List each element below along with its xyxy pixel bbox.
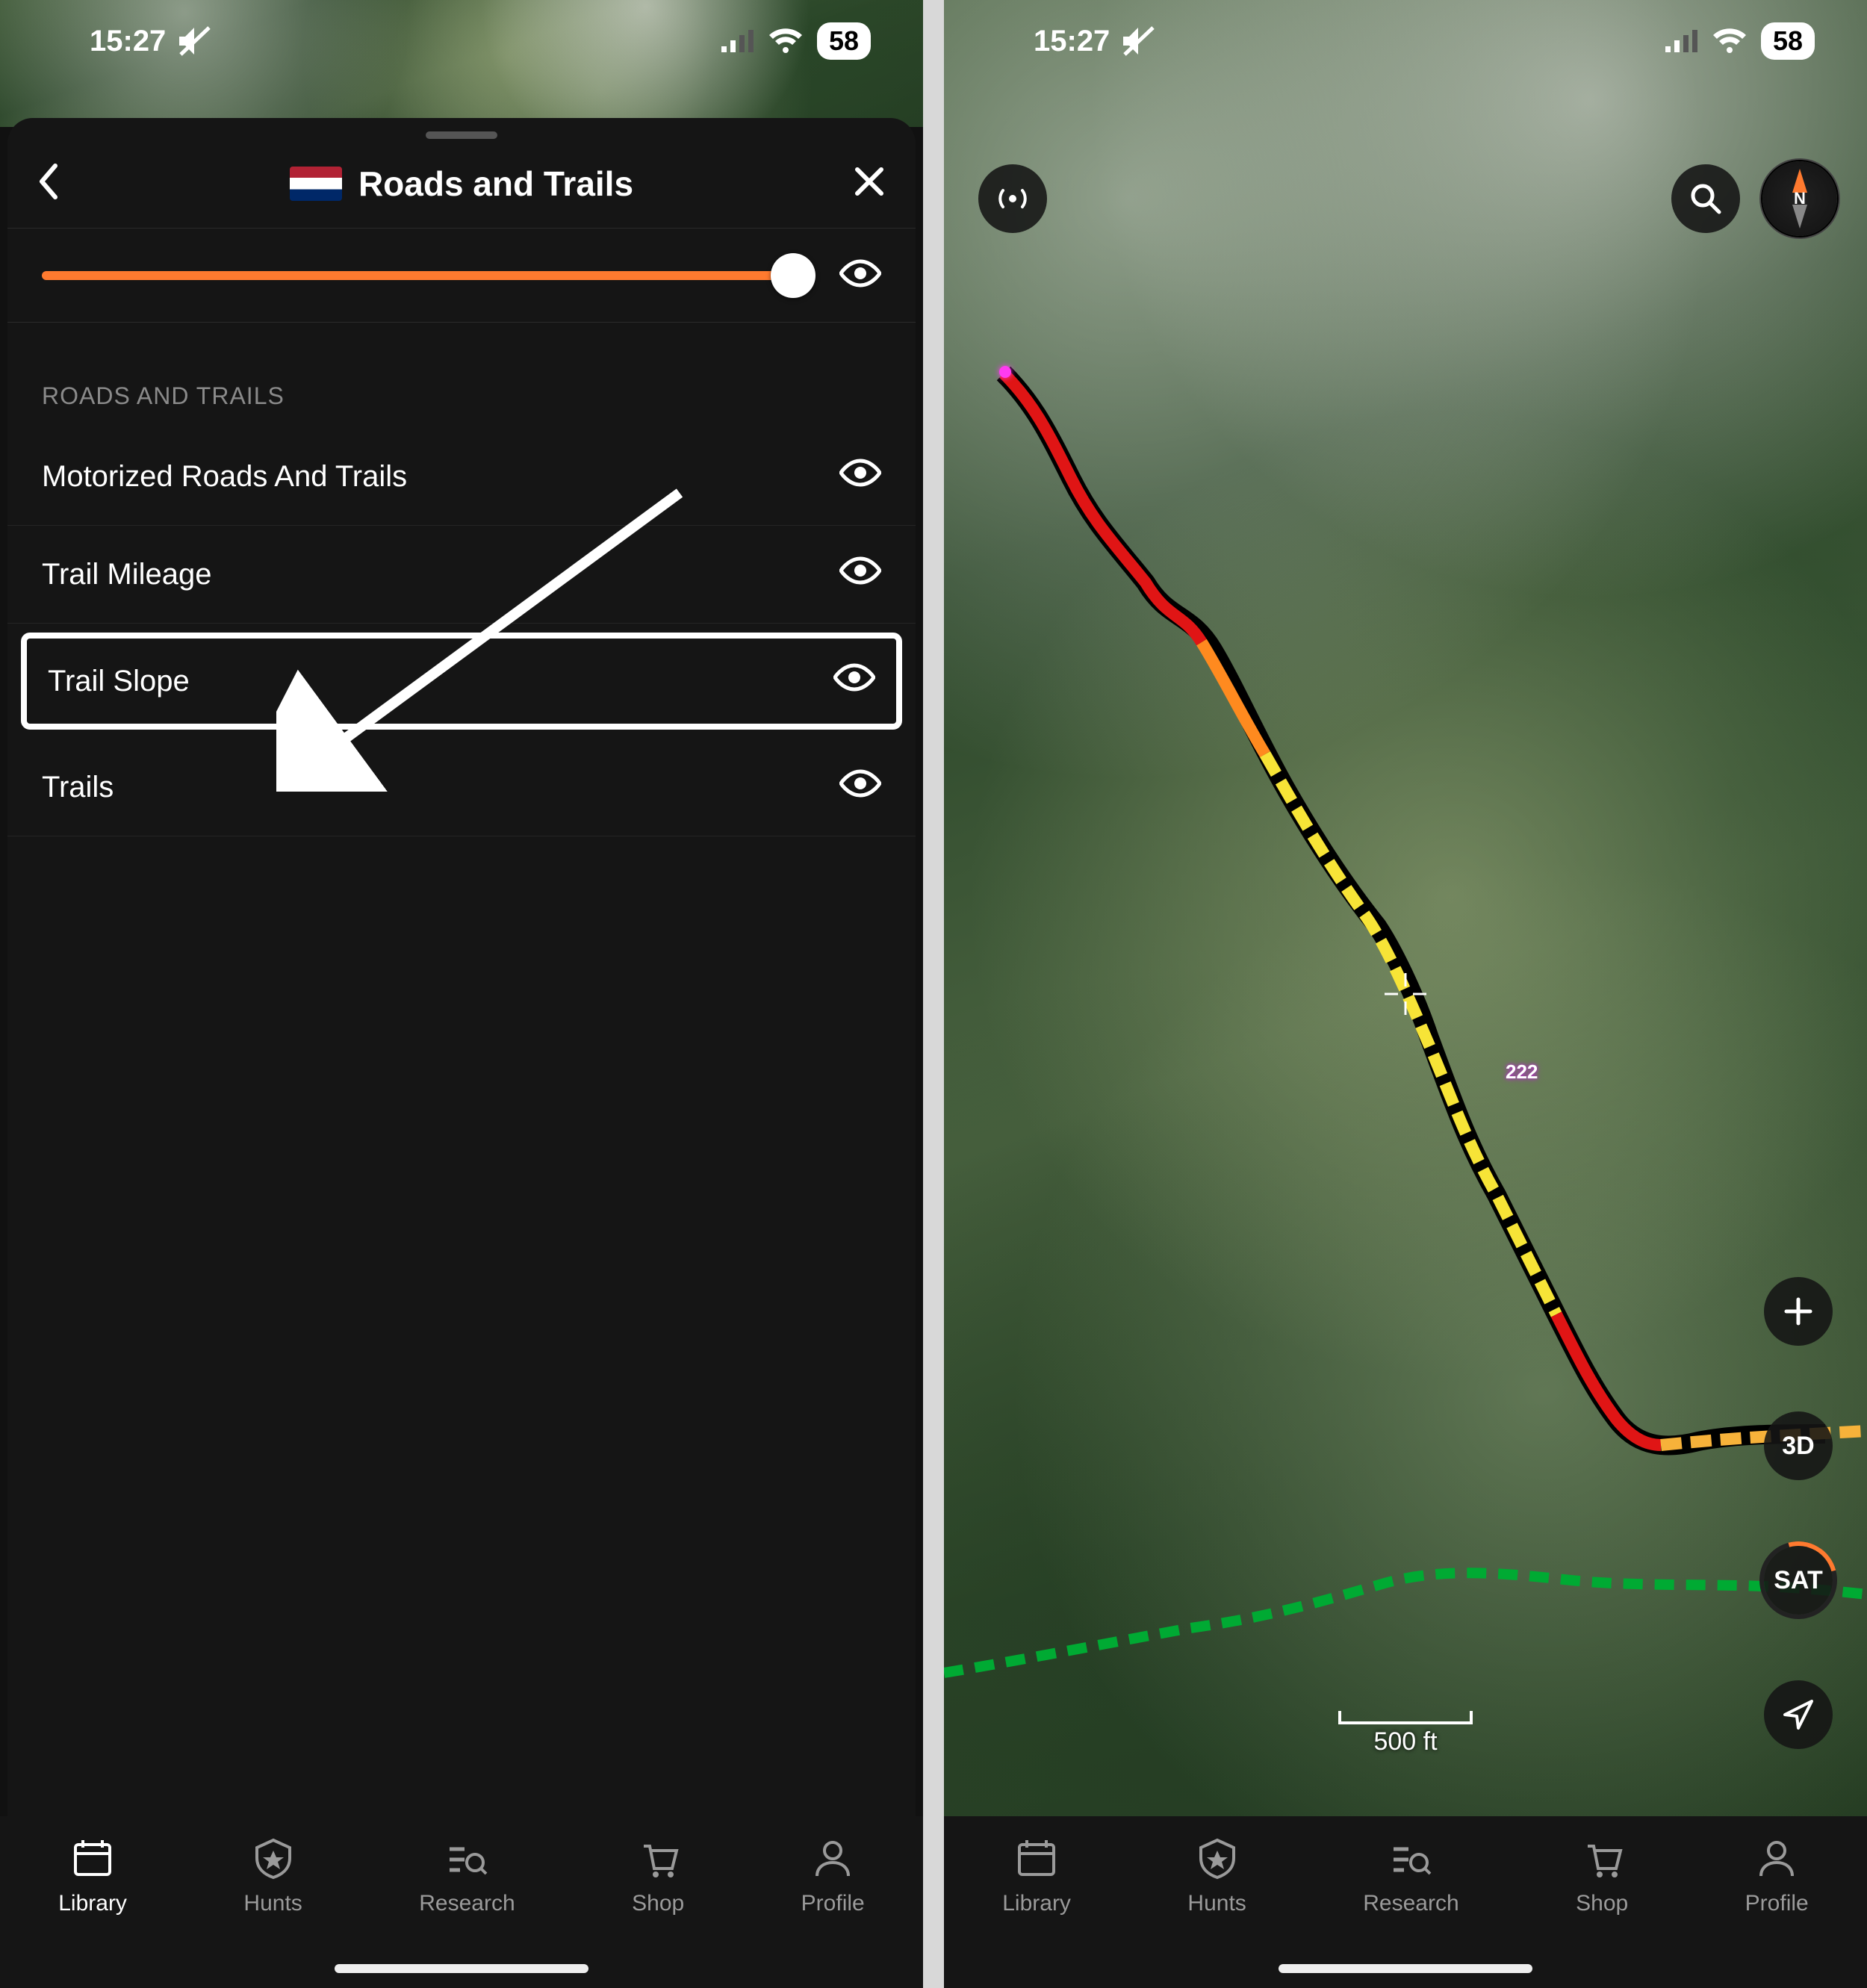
tab-research[interactable]: Research bbox=[419, 1837, 515, 1916]
tab-label: Profile bbox=[1745, 1891, 1809, 1916]
status-bar: 15:27 58 bbox=[944, 0, 1867, 82]
eye-icon[interactable] bbox=[839, 458, 881, 495]
layer-row-trails[interactable]: Trails bbox=[7, 739, 916, 836]
visibility-toggle[interactable] bbox=[839, 258, 881, 292]
status-bar: 15:27 58 bbox=[0, 0, 923, 82]
cellular-icon bbox=[1665, 30, 1698, 52]
layer-label: Trail Slope bbox=[48, 665, 190, 698]
phone-left: 15:27 58 bbox=[0, 0, 923, 1988]
tab-label: Hunts bbox=[243, 1891, 302, 1916]
tab-bar: Library Hunts Research Shop Profile bbox=[0, 1816, 923, 1988]
compass-button[interactable]: N bbox=[1762, 161, 1837, 236]
tab-profile[interactable]: Profile bbox=[801, 1837, 865, 1916]
home-indicator[interactable] bbox=[335, 1964, 588, 1973]
layer-sheet: Roads and Trails ROADS AND TRAILS Motori… bbox=[7, 118, 916, 1988]
status-time: 15:27 bbox=[90, 25, 166, 58]
scale-label: 500 ft bbox=[1373, 1727, 1437, 1756]
tab-label: Shop bbox=[632, 1891, 684, 1916]
tab-library[interactable]: Library bbox=[58, 1837, 127, 1916]
battery-pill: 58 bbox=[817, 22, 871, 60]
opacity-slider[interactable] bbox=[42, 271, 811, 280]
eye-icon[interactable] bbox=[839, 556, 881, 593]
trail-overlay bbox=[944, 0, 1867, 1988]
layer-label: Trail Mileage bbox=[42, 558, 211, 591]
home-indicator[interactable] bbox=[1279, 1964, 1532, 1973]
status-time: 15:27 bbox=[1034, 25, 1110, 58]
tab-shop[interactable]: Shop bbox=[632, 1837, 684, 1916]
layer-label: Trails bbox=[42, 771, 114, 804]
sat-label: SAT bbox=[1774, 1566, 1822, 1595]
sheet-header: Roads and Trails bbox=[7, 139, 916, 229]
search-button[interactable] bbox=[1671, 164, 1740, 233]
layer-row-slope[interactable]: Trail Slope bbox=[21, 633, 902, 730]
add-button[interactable] bbox=[1764, 1277, 1833, 1346]
section-label: ROADS AND TRAILS bbox=[7, 323, 916, 428]
tab-label: Profile bbox=[801, 1891, 865, 1916]
tab-shop[interactable]: Shop bbox=[1576, 1837, 1628, 1916]
tab-label: Shop bbox=[1576, 1891, 1628, 1916]
tab-profile[interactable]: Profile bbox=[1745, 1837, 1809, 1916]
tab-hunts[interactable]: Hunts bbox=[1187, 1837, 1246, 1916]
tab-label: Library bbox=[58, 1891, 127, 1916]
cellular-icon bbox=[721, 30, 754, 52]
tab-research[interactable]: Research bbox=[1363, 1837, 1459, 1916]
scale-bar: 500 ft bbox=[1338, 1711, 1473, 1756]
battery-pill: 58 bbox=[1761, 22, 1815, 60]
eye-icon[interactable] bbox=[839, 768, 881, 806]
tab-bar: Library Hunts Research Shop Profile bbox=[944, 1816, 1867, 1988]
mute-icon bbox=[176, 25, 212, 58]
3d-label: 3D bbox=[1782, 1432, 1814, 1461]
back-button[interactable] bbox=[37, 163, 60, 204]
sheet-title: Roads and Trails bbox=[358, 164, 633, 204]
trail-marker-label: 222 bbox=[1506, 1060, 1538, 1084]
phone-right: 222 15:27 58 bbox=[944, 0, 1867, 1988]
tab-label: Research bbox=[419, 1891, 515, 1916]
sat-button[interactable]: SAT bbox=[1764, 1546, 1833, 1615]
layer-label: Motorized Roads And Trails bbox=[42, 460, 407, 494]
tab-label: Hunts bbox=[1187, 1891, 1246, 1916]
tracking-button[interactable] bbox=[978, 164, 1047, 233]
slider-knob[interactable] bbox=[771, 253, 816, 298]
compass-n: N bbox=[1794, 189, 1806, 208]
tab-hunts[interactable]: Hunts bbox=[243, 1837, 302, 1916]
trail-endpoint bbox=[999, 366, 1011, 378]
sheet-grabber[interactable] bbox=[426, 131, 497, 139]
wifi-icon bbox=[768, 28, 804, 55]
tab-library[interactable]: Library bbox=[1002, 1837, 1071, 1916]
state-flag-icon bbox=[290, 167, 342, 201]
tab-label: Library bbox=[1002, 1891, 1071, 1916]
wifi-icon bbox=[1712, 28, 1748, 55]
mute-icon bbox=[1120, 25, 1156, 58]
layer-row-motorized[interactable]: Motorized Roads And Trails bbox=[7, 428, 916, 526]
locate-button[interactable] bbox=[1764, 1680, 1833, 1749]
eye-icon[interactable] bbox=[833, 662, 875, 700]
close-button[interactable] bbox=[853, 165, 886, 202]
layer-row-mileage[interactable]: Trail Mileage bbox=[7, 526, 916, 624]
3d-button[interactable]: 3D bbox=[1764, 1411, 1833, 1480]
tab-label: Research bbox=[1363, 1891, 1459, 1916]
